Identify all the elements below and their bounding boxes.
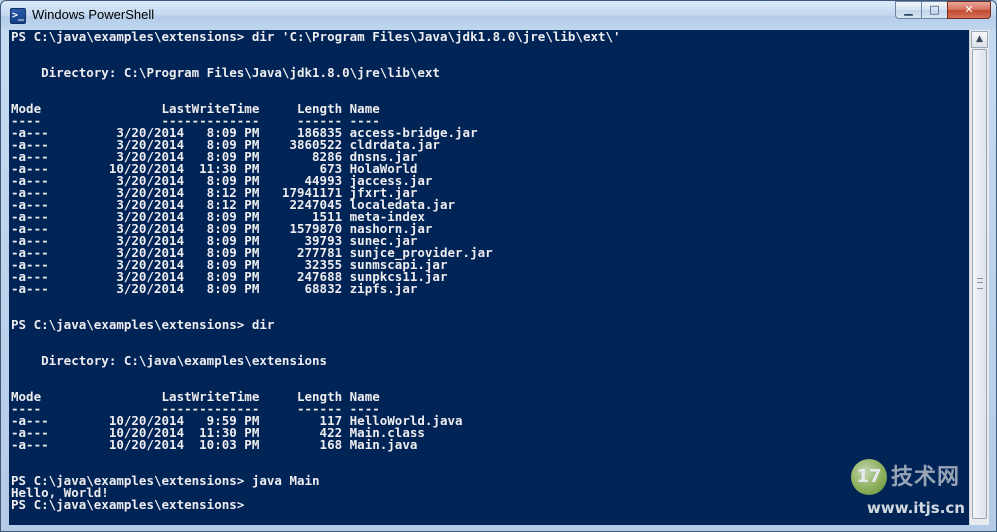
- title-bar[interactable]: >_ Windows PowerShell ▁ □ ✕: [1, 1, 996, 30]
- console-line: -a--- 3/20/2014 8:09 PM 68832 zipfs.jar: [11, 281, 418, 296]
- watermark-logo: 17: [851, 459, 887, 495]
- console-area[interactable]: PS C:\java\examples\extensions> dir 'C:\…: [9, 30, 969, 525]
- console-line: -a--- 10/20/2014 10:03 PM 168 Main.java: [11, 437, 418, 452]
- scroll-thumb[interactable]: [972, 49, 987, 519]
- window-controls: ▁ □ ✕: [895, 1, 991, 20]
- scroll-grip-icon: [977, 278, 983, 289]
- console-line: PS C:\java\examples\extensions>: [11, 497, 245, 512]
- window-title: Windows PowerShell: [32, 7, 155, 22]
- console-line: PS C:\java\examples\extensions> dir 'C:\…: [11, 30, 621, 44]
- scroll-up-button[interactable]: ▲: [971, 31, 988, 48]
- console-line: PS C:\java\examples\extensions> dir: [11, 317, 275, 332]
- powershell-window: >_ Windows PowerShell ▁ □ ✕ PS C:\java\e…: [0, 0, 997, 532]
- watermark-url: www.itjs.cn: [867, 499, 965, 517]
- watermark: 17 技术网 www.itjs.cn: [851, 457, 981, 519]
- console-output[interactable]: PS C:\java\examples\extensions> dir 'C:\…: [11, 30, 621, 512]
- vertical-scrollbar[interactable]: ▲: [969, 30, 989, 525]
- console-line: Directory: C:\java\examples\extensions: [11, 353, 328, 368]
- minimize-button[interactable]: ▁: [895, 1, 921, 19]
- powershell-icon[interactable]: >_: [10, 8, 26, 24]
- maximize-button[interactable]: □: [921, 1, 947, 19]
- watermark-title: 技术网: [891, 465, 961, 490]
- close-button[interactable]: ✕: [947, 1, 991, 19]
- console-line: Directory: C:\Program Files\Java\jdk1.8.…: [11, 65, 440, 80]
